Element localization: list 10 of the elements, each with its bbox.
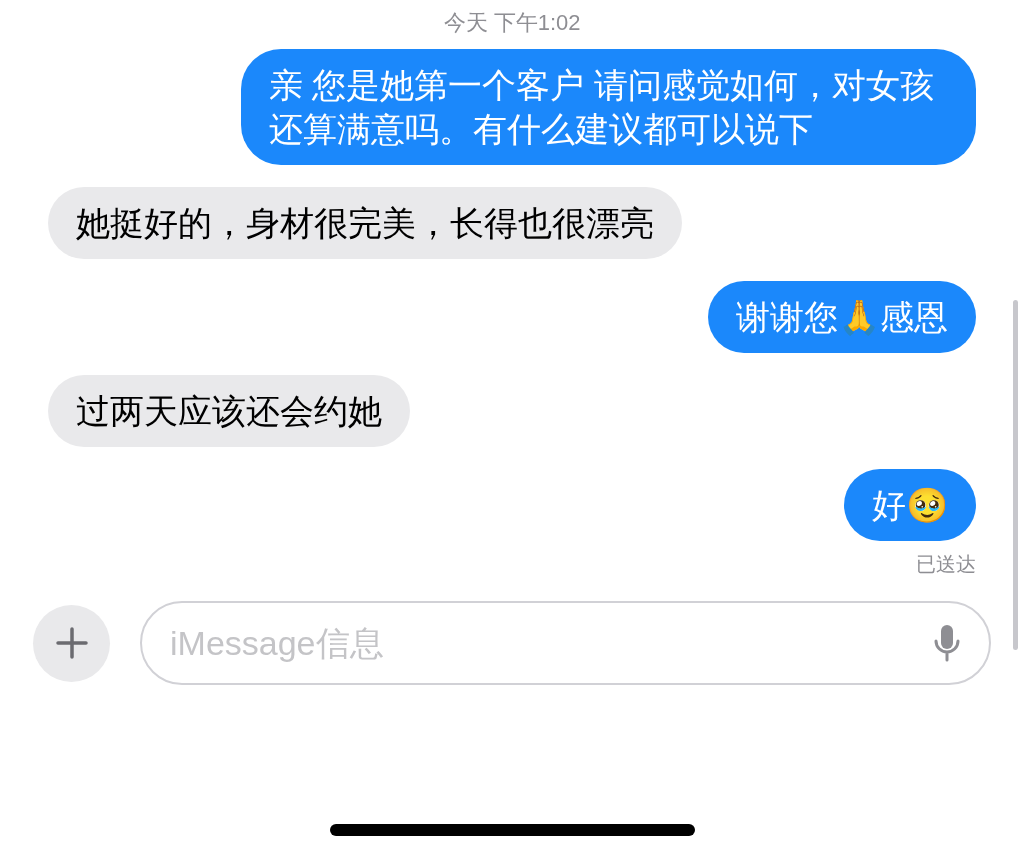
received-message-bubble: 她挺好的，身材很完美，长得也很漂亮: [48, 187, 682, 259]
delivery-status: 已送达: [916, 552, 976, 577]
received-message-bubble: 过两天应该还会约她: [48, 375, 410, 447]
sent-message-bubble: 亲 您是她第一个客户 请问感觉如何，对女孩还算满意吗。有什么建议都可以说下: [241, 49, 976, 165]
timestamp: 今天 下午1:02: [443, 9, 581, 37]
message-field[interactable]: iMessage信息: [140, 601, 991, 685]
sent-message-bubble: 好🥹: [844, 469, 976, 541]
microphone-icon[interactable]: [933, 623, 961, 663]
sent-message-bubble: 谢谢您🙏感恩: [708, 281, 976, 353]
plus-icon: [55, 627, 88, 659]
